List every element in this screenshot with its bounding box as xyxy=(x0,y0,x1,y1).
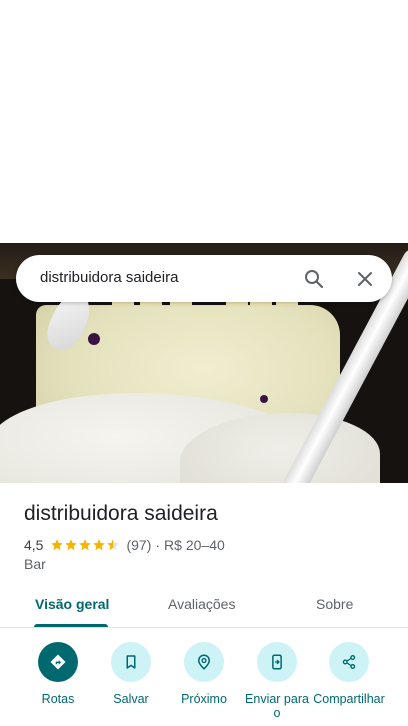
close-icon[interactable] xyxy=(353,267,377,291)
rating-value: 4,5 xyxy=(24,537,44,553)
place-title: distribuidora saideira xyxy=(24,502,218,525)
search-icon[interactable] xyxy=(302,267,326,291)
share-button-circle xyxy=(329,642,369,682)
photo-berry xyxy=(88,333,100,345)
rating-stars xyxy=(50,538,120,552)
search-input[interactable]: distribuidora saideira xyxy=(40,269,178,286)
price-range: R$ 20–40 xyxy=(164,537,225,553)
tab-overview[interactable]: Visão geral xyxy=(35,596,109,612)
star-icon xyxy=(79,539,92,551)
send-to-phone-label: Enviar para o xyxy=(245,692,309,720)
action-bar: Rotas Salvar Próximo Enviar para o Compa… xyxy=(0,640,408,726)
nearby-button-circle xyxy=(184,642,224,682)
place-tabs: Visão geral Avaliações Sobre xyxy=(0,584,408,628)
half-star-icon xyxy=(107,539,120,551)
tab-reviews[interactable]: Avaliações xyxy=(168,596,235,612)
share-button[interactable]: Compartilhar xyxy=(313,642,385,706)
send-to-phone-button[interactable]: Enviar para o xyxy=(241,642,313,720)
tab-about[interactable]: Sobre xyxy=(316,596,353,612)
separator-dot: · xyxy=(155,537,161,553)
search-bar[interactable]: distribuidora saideira xyxy=(16,255,392,302)
review-count: (97) xyxy=(126,537,152,553)
save-label: Salvar xyxy=(113,692,149,706)
send-to-phone-icon xyxy=(272,654,282,670)
star-icon xyxy=(65,539,78,551)
share-label: Compartilhar xyxy=(313,692,385,706)
star-icon xyxy=(93,539,106,551)
directions-icon xyxy=(50,654,66,670)
nearby-icon xyxy=(197,654,211,670)
save-button[interactable]: Salvar xyxy=(95,642,167,706)
photo-berry xyxy=(260,395,268,403)
share-icon xyxy=(342,655,356,669)
map-area-blank xyxy=(0,0,408,243)
directions-button-circle xyxy=(38,642,78,682)
bookmark-icon xyxy=(126,655,136,669)
nearby-button[interactable]: Próximo xyxy=(168,642,240,706)
star-icon xyxy=(51,539,64,551)
directions-button[interactable]: Rotas xyxy=(22,642,94,706)
rating-row[interactable]: 4,5 (97) · R$ 20–40 xyxy=(24,536,225,554)
place-category: Bar xyxy=(24,556,46,572)
save-button-circle xyxy=(111,642,151,682)
active-tab-indicator xyxy=(34,624,108,627)
directions-label: Rotas xyxy=(41,692,75,706)
nearby-label: Próximo xyxy=(181,692,227,706)
send-to-phone-button-circle xyxy=(257,642,297,682)
